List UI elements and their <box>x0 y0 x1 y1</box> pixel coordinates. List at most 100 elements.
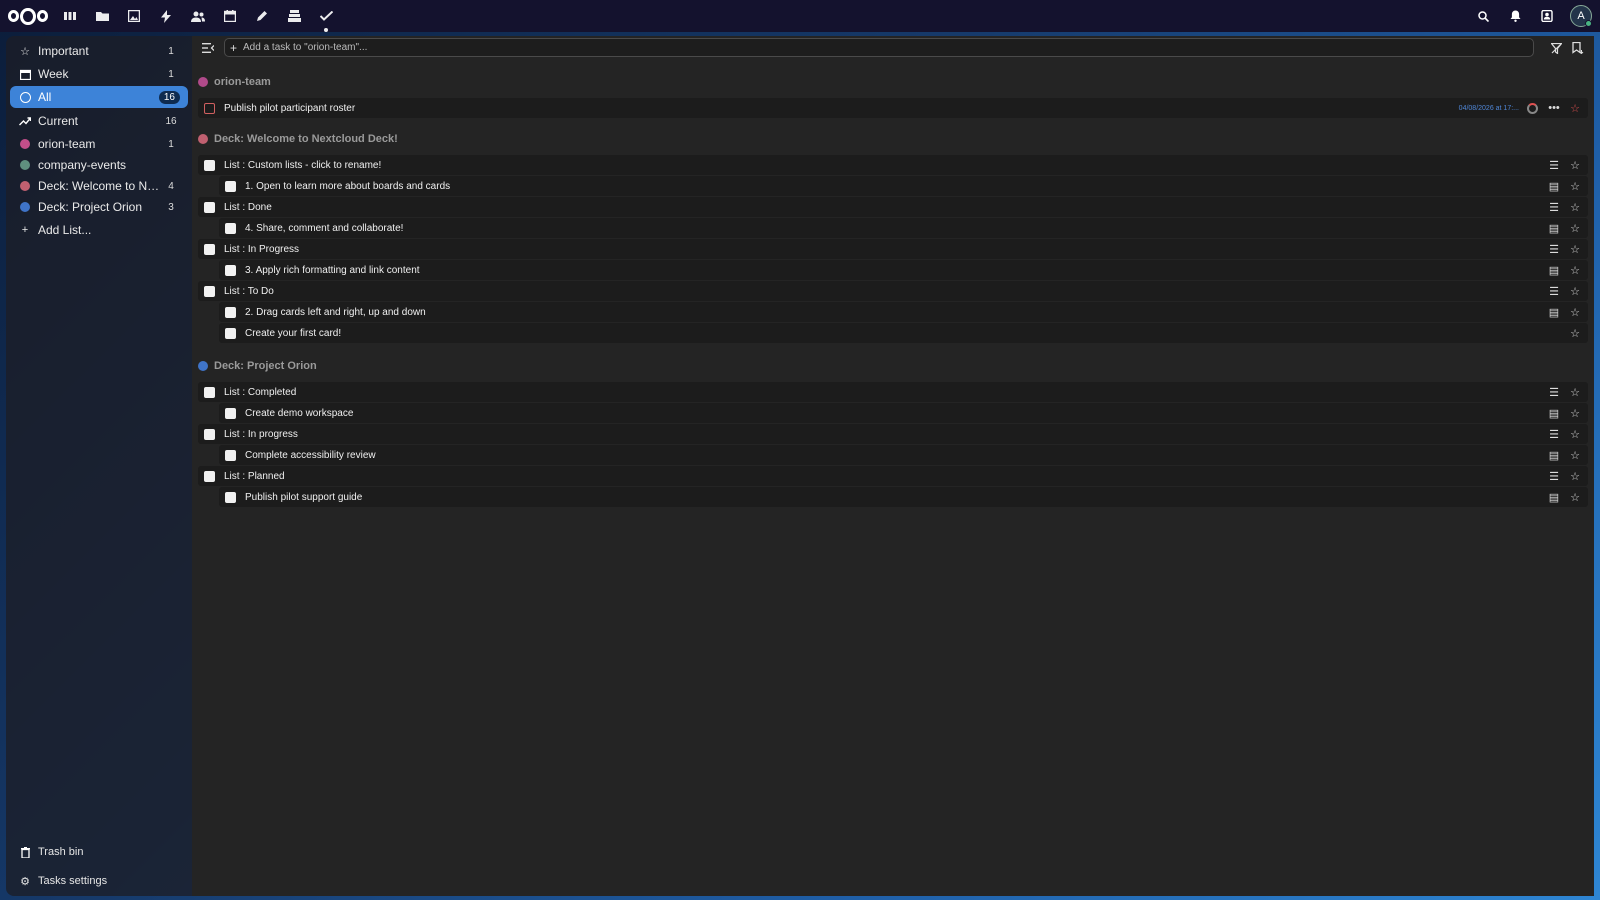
gear-icon: ⚙ <box>20 875 30 888</box>
sort-icon[interactable] <box>1570 40 1586 56</box>
star-icon[interactable]: ☆ <box>1567 241 1583 257</box>
task-title: 1. Open to learn more about boards and c… <box>245 180 451 192</box>
task-checkbox[interactable] <box>225 222 236 234</box>
task-checkbox[interactable] <box>204 285 215 297</box>
add-list-button[interactable]: + Add List... <box>10 219 188 241</box>
star-icon[interactable]: ☆ <box>1567 100 1583 116</box>
sidebar-item-deck-project-orion[interactable]: Deck: Project Orion 3 <box>10 196 188 218</box>
sidebar-item-important[interactable]: ☆ Important 1 <box>10 40 188 62</box>
group-color-dot <box>198 361 208 371</box>
task-checkbox[interactable] <box>204 428 215 440</box>
sidebar-item-current[interactable]: Current 16 <box>10 110 188 132</box>
deck-icon[interactable] <box>284 6 304 26</box>
star-icon[interactable]: ☆ <box>1567 447 1583 463</box>
task-title: 3. Apply rich formatting and link conten… <box>245 264 420 276</box>
calendar-icon[interactable] <box>220 6 240 26</box>
notes-icon[interactable]: ▤ <box>1546 489 1562 505</box>
notes-icon[interactable]: ▤ <box>1546 447 1562 463</box>
task-checkbox[interactable] <box>225 491 236 503</box>
task-row[interactable]: List : Planned ☰ ☆ <box>198 466 1588 486</box>
task-row[interactable]: List : Custom lists - click to rename! ☰… <box>198 155 1588 175</box>
subtasks-icon[interactable]: ☰ <box>1546 384 1562 400</box>
notes-icon[interactable]: ▤ <box>1546 178 1562 194</box>
user-avatar[interactable]: A <box>1570 5 1592 27</box>
notes-icon[interactable] <box>252 6 272 26</box>
task-checkbox[interactable] <box>225 449 236 461</box>
tasks-settings-button[interactable]: ⚙ Tasks settings <box>10 870 188 892</box>
subtask-row[interactable]: Create your first card! ☆ <box>219 323 1588 343</box>
star-icon[interactable]: ☆ <box>1567 178 1583 194</box>
photos-icon[interactable] <box>124 6 144 26</box>
star-icon[interactable]: ☆ <box>1567 468 1583 484</box>
task-checkbox[interactable] <box>225 327 236 339</box>
sidebar-item-deck-welcome[interactable]: Deck: Welcome to Nextclou... 4 <box>10 175 188 197</box>
subtasks-icon[interactable]: ☰ <box>1546 157 1562 173</box>
trash-bin-button[interactable]: Trash bin <box>10 841 188 863</box>
sidebar-item-label: Deck: Project Orion <box>38 200 143 214</box>
contacts-menu-icon[interactable] <box>1538 7 1556 25</box>
task-row[interactable]: List : In progress ☰ ☆ <box>198 424 1588 444</box>
star-icon[interactable]: ☆ <box>1567 489 1583 505</box>
star-icon[interactable]: ☆ <box>1567 262 1583 278</box>
task-row[interactable]: List : To Do ☰ ☆ <box>198 281 1588 301</box>
task-checkbox[interactable] <box>204 159 215 171</box>
sidebar-item-label: Deck: Welcome to Nextclou... <box>38 179 162 193</box>
subtask-row[interactable]: 3. Apply rich formatting and link conten… <box>219 260 1588 280</box>
subtasks-icon[interactable]: ☰ <box>1546 283 1562 299</box>
sidebar-item-orion-team[interactable]: orion-team 1 <box>10 133 188 155</box>
task-checkbox[interactable] <box>204 386 215 398</box>
task-checkbox[interactable] <box>204 243 215 255</box>
star-icon[interactable]: ☆ <box>1567 405 1583 421</box>
activity-icon[interactable] <box>156 6 176 26</box>
task-checkbox[interactable] <box>204 201 215 213</box>
task-checkbox[interactable] <box>225 264 236 276</box>
sidebar-item-all[interactable]: All 16 <box>10 86 188 108</box>
task-row[interactable]: List : Done ☰ ☆ <box>198 197 1588 217</box>
star-icon[interactable]: ☆ <box>1567 157 1583 173</box>
files-icon[interactable] <box>92 6 112 26</box>
subtask-row[interactable]: Publish pilot support guide ▤ ☆ <box>219 487 1588 507</box>
filter-icon[interactable] <box>1548 40 1564 56</box>
contacts-icon[interactable] <box>188 6 208 26</box>
nextcloud-logo-icon[interactable] <box>8 6 48 26</box>
sidebar-item-week[interactable]: Week 1 <box>10 63 188 85</box>
notes-icon[interactable]: ▤ <box>1546 220 1562 236</box>
task-checkbox[interactable] <box>204 102 215 114</box>
star-icon[interactable]: ☆ <box>1567 426 1583 442</box>
star-icon[interactable]: ☆ <box>1567 304 1583 320</box>
subtask-row[interactable]: Create demo workspace ▤ ☆ <box>219 403 1588 423</box>
star-icon[interactable]: ☆ <box>1567 199 1583 215</box>
notifications-bell-icon[interactable] <box>1506 7 1524 25</box>
star-icon[interactable]: ☆ <box>1567 220 1583 236</box>
notes-icon[interactable]: ▤ <box>1546 304 1562 320</box>
subtasks-icon[interactable]: ☰ <box>1546 468 1562 484</box>
subtask-row[interactable]: 1. Open to learn more about boards and c… <box>219 176 1588 196</box>
search-icon[interactable] <box>1474 7 1492 25</box>
task-checkbox[interactable] <box>225 306 236 318</box>
more-actions-icon[interactable]: ••• <box>1546 100 1562 116</box>
star-icon[interactable]: ☆ <box>1567 283 1583 299</box>
notes-icon[interactable]: ▤ <box>1546 262 1562 278</box>
task-checkbox[interactable] <box>225 180 236 192</box>
toggle-sidebar-icon[interactable] <box>200 40 216 56</box>
task-checkbox[interactable] <box>225 407 236 419</box>
plus-icon: + <box>230 41 238 55</box>
notes-icon[interactable]: ▤ <box>1546 405 1562 421</box>
subtask-row[interactable]: Complete accessibility review ▤ ☆ <box>219 445 1588 465</box>
sidebar-item-company-events[interactable]: company-events <box>10 154 188 176</box>
dashboard-icon[interactable] <box>60 6 80 26</box>
subtask-row[interactable]: 4. Share, comment and collaborate! ▤ ☆ <box>219 218 1588 238</box>
task-row[interactable]: List : Completed ☰ ☆ <box>198 382 1588 402</box>
task-checkbox[interactable] <box>204 470 215 482</box>
star-icon[interactable]: ☆ <box>1567 325 1583 341</box>
count-badge: 16 <box>165 115 177 127</box>
add-task-input[interactable] <box>224 38 1534 57</box>
subtasks-icon[interactable]: ☰ <box>1546 241 1562 257</box>
subtasks-icon[interactable]: ☰ <box>1546 426 1562 442</box>
tasks-icon[interactable] <box>316 6 336 32</box>
subtasks-icon[interactable]: ☰ <box>1546 199 1562 215</box>
task-row[interactable]: Publish pilot participant roster 04/08/2… <box>198 98 1588 118</box>
subtask-row[interactable]: 2. Drag cards left and right, up and dow… <box>219 302 1588 322</box>
star-icon[interactable]: ☆ <box>1567 384 1583 400</box>
task-row[interactable]: List : In Progress ☰ ☆ <box>198 239 1588 259</box>
